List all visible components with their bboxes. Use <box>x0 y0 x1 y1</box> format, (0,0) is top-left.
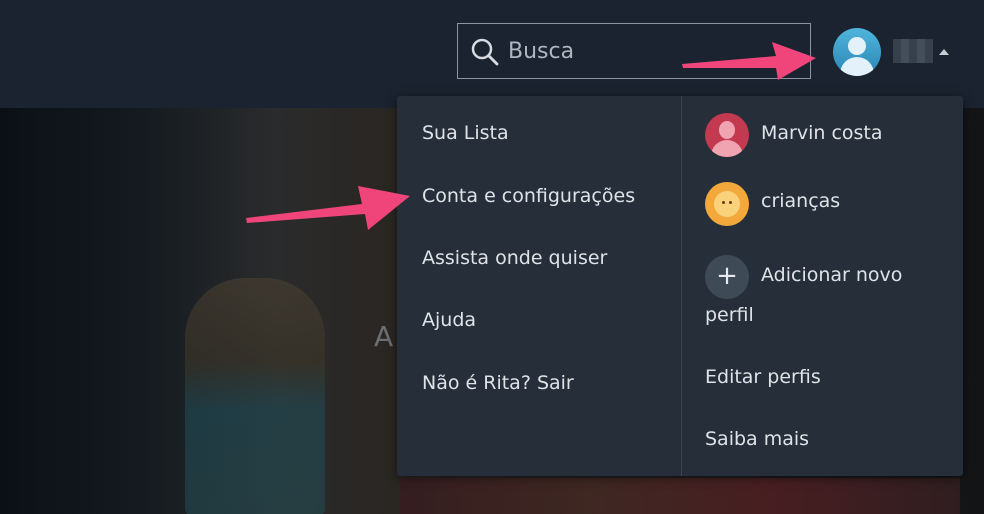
edit-profiles-link[interactable]: Editar perfis <box>705 366 821 388</box>
hero-title-partial: A <box>374 320 394 353</box>
menu-item-ajuda[interactable]: Ajuda <box>422 309 476 331</box>
profile-name-marvin[interactable]: Marvin costa <box>761 122 883 144</box>
plus-icon[interactable]: + <box>705 255 749 299</box>
avatar-body-icon <box>840 57 874 76</box>
annotation-arrow-account <box>246 186 410 230</box>
search-icon[interactable] <box>470 37 500 67</box>
top-navigation-bar <box>0 0 984 108</box>
profile-name-kids[interactable]: crianças <box>761 190 840 212</box>
menu-item-assista-onde-quiser[interactable]: Assista onde quiser <box>422 247 607 269</box>
account-dropdown-menu: Sua Lista Conta e configurações Assista … <box>397 96 963 476</box>
add-profile-label-line2[interactable]: perfil <box>705 304 754 326</box>
profile-avatar-marvin[interactable] <box>705 113 749 157</box>
menu-item-conta-configuracoes[interactable]: Conta e configurações <box>422 185 635 207</box>
profile-avatar-button[interactable] <box>833 28 881 76</box>
avatar-head-icon <box>848 37 866 55</box>
hero-bottom-image <box>400 478 960 514</box>
annotation-arrow-avatar <box>682 42 816 80</box>
blurred-username <box>893 39 933 63</box>
hero-figure-image <box>185 278 325 514</box>
learn-more-link[interactable]: Saiba mais <box>705 428 809 450</box>
caret-up-icon[interactable] <box>939 49 949 55</box>
menu-divider <box>681 96 682 476</box>
menu-item-sua-lista[interactable]: Sua Lista <box>422 122 509 144</box>
add-profile-label[interactable]: Adicionar novo <box>761 264 902 286</box>
menu-item-sair[interactable]: Não é Rita? Sair <box>422 372 574 394</box>
profile-avatar-kids[interactable] <box>705 182 749 226</box>
